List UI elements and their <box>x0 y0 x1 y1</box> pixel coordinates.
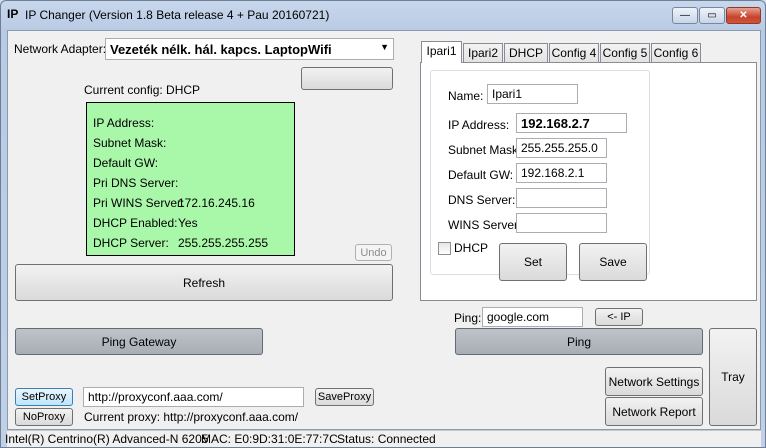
config-value: 172.16.245.16 <box>178 196 255 210</box>
network-report-button[interactable]: Network Report <box>605 397 703 426</box>
status-bar: Intel(R) Centrino(R) Advanced-N 6205 MAC… <box>5 430 761 447</box>
config-key: Pri DNS Server: <box>93 176 179 190</box>
gw-label: Default GW: <box>448 168 514 182</box>
tab-dhcp[interactable]: DHCP <box>504 43 548 62</box>
gw-field[interactable]: 192.168.2.1 <box>516 163 607 183</box>
tab-ipari1[interactable]: Ipari1 <box>421 41 462 63</box>
ping-gateway-button[interactable]: Ping Gateway <box>15 328 263 355</box>
app-window: IP IP Changer (Version 1.8 Beta release … <box>0 0 766 448</box>
dhcp-checkbox[interactable] <box>438 242 451 255</box>
tab-ipari2[interactable]: Ipari2 <box>463 43 503 62</box>
profile-groupbox: Name: Ipari1 IP Address: 192.168.2.7 Sub… <box>430 70 650 281</box>
dns-label: DNS Server: <box>448 193 516 207</box>
config-key: Pri WINS Server: <box>93 196 185 210</box>
tab-config-6[interactable]: Config 6 <box>651 43 701 62</box>
name-label: Name: <box>448 89 484 103</box>
tray-button[interactable]: Tray <box>709 328 757 426</box>
config-value: 255.255.255.255 <box>178 236 269 250</box>
config-key: DHCP Enabled: <box>93 216 178 230</box>
minimize-button[interactable]: — <box>672 7 698 24</box>
status-mac: MAC: E0:9D:31:0E:77:7C <box>201 432 338 446</box>
mask-label: Subnet Mask: <box>448 143 522 157</box>
adapter-select-value: Vezeték nélk. hál. kapcs. LaptopWifi <box>110 42 332 57</box>
save-proxy-button[interactable]: SaveProxy <box>315 388 374 406</box>
set-proxy-button[interactable]: SetProxy <box>15 388 73 406</box>
config-value: Yes <box>178 216 198 230</box>
status-connection: Status: Connected <box>337 432 436 446</box>
proxy-url-field[interactable]: http://proxyconf.aaa.com/ <box>83 387 304 407</box>
client-area: Network Adapter: Vezeték nélk. hál. kapc… <box>7 30 761 430</box>
get-adapters-button[interactable] <box>301 67 393 90</box>
current-config-panel: IP Address: Subnet Mask: Default GW: Pri… <box>86 102 295 256</box>
close-button[interactable]: ✕ <box>726 7 761 24</box>
config-key: Subnet Mask: <box>93 136 167 150</box>
ping-label: Ping: <box>454 311 482 325</box>
adapter-label: Network Adapter: <box>14 42 107 56</box>
chevron-down-icon[interactable]: ▼ <box>380 42 389 52</box>
adapter-select[interactable]: Vezeték nélk. hál. kapcs. LaptopWifi ▼ <box>105 38 394 60</box>
undo-button[interactable]: Undo <box>355 244 392 261</box>
title-bar[interactable]: IP IP Changer (Version 1.8 Beta release … <box>1 1 765 29</box>
refresh-button[interactable]: Refresh <box>15 264 393 301</box>
set-button[interactable]: Set <box>499 243 567 281</box>
name-field[interactable]: Ipari1 <box>487 84 578 104</box>
ip-to-ping-button[interactable]: <- IP <box>595 308 643 326</box>
ping-host-field[interactable]: google.com <box>482 307 583 327</box>
config-key: Default GW: <box>93 156 159 170</box>
maximize-button[interactable]: ▭ <box>699 7 725 24</box>
window-title: IP Changer (Version 1.8 Beta release 4 +… <box>25 8 330 22</box>
ip-field[interactable]: 192.168.2.7 <box>516 113 627 133</box>
tab-config-4[interactable]: Config 4 <box>549 43 599 62</box>
save-button[interactable]: Save <box>579 243 647 281</box>
ping-button[interactable]: Ping <box>455 328 703 355</box>
ip-label: IP Address: <box>448 118 510 132</box>
current-config-label: Current config: DHCP <box>84 83 201 97</box>
network-settings-button[interactable]: Network Settings <box>605 367 703 396</box>
current-proxy-label: Current proxy: http://proxyconf.aaa.com/ <box>84 410 299 424</box>
status-adapter: Intel(R) Centrino(R) Advanced-N 6205 <box>5 432 209 446</box>
wins-field[interactable] <box>516 213 607 233</box>
profile-tab-page: Name: Ipari1 IP Address: 192.168.2.7 Sub… <box>420 62 757 301</box>
dns-field[interactable] <box>516 188 607 208</box>
dhcp-checkbox-label: DHCP <box>454 241 489 255</box>
mask-field[interactable]: 255.255.255.0 <box>516 138 607 158</box>
config-key: IP Address: <box>93 116 155 130</box>
tab-config-5[interactable]: Config 5 <box>600 43 650 62</box>
app-icon: IP <box>7 7 19 21</box>
no-proxy-button[interactable]: NoProxy <box>15 408 73 426</box>
wins-label: WINS Server: <box>448 218 522 232</box>
config-key: DHCP Server: <box>93 236 169 250</box>
